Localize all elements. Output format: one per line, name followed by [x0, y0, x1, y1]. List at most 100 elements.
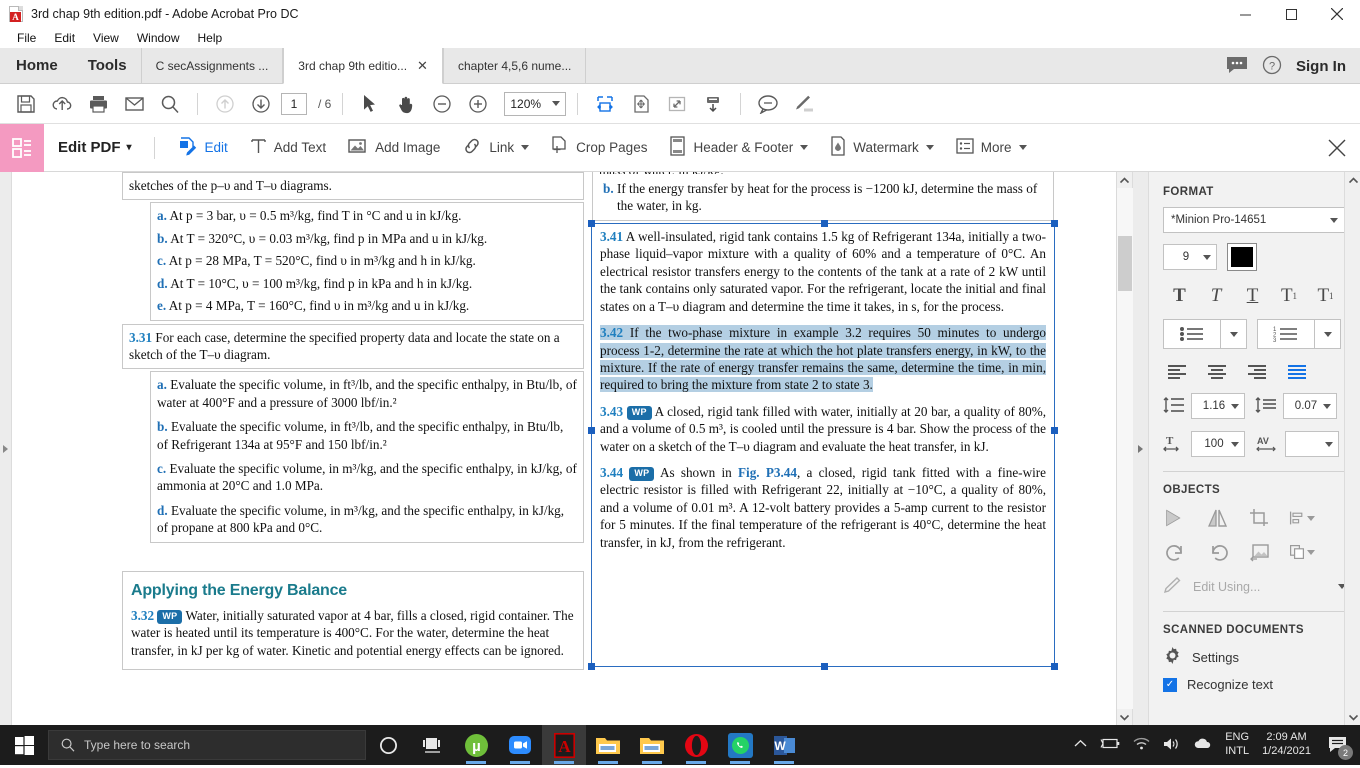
tab-chapter-456-nume[interactable]: chapter 4,5,6 nume...: [442, 48, 587, 83]
bullet-list-button[interactable]: [1163, 319, 1221, 349]
zoom-out-icon[interactable]: [426, 88, 458, 120]
select-tool-icon[interactable]: [354, 88, 386, 120]
onedrive-icon[interactable]: [1193, 737, 1212, 753]
rotate-clockwise-icon[interactable]: [1205, 540, 1231, 564]
opera-icon[interactable]: [674, 725, 718, 765]
font-size-select[interactable]: 9: [1163, 244, 1217, 270]
next-page-button[interactable]: [245, 88, 277, 120]
character-spacing-select[interactable]: [1285, 431, 1339, 457]
right-panel-collapse-rail[interactable]: [1132, 172, 1148, 725]
fullscreen-icon[interactable]: [661, 88, 693, 120]
menu-help[interactable]: Help: [189, 30, 232, 46]
settings-item[interactable]: Settings: [1163, 646, 1346, 668]
paragraph-spacing-select[interactable]: 0.07: [1283, 393, 1337, 419]
scrollbar-thumb[interactable]: [1117, 236, 1132, 291]
action-center-icon[interactable]: 2: [1324, 731, 1353, 760]
replace-image-icon[interactable]: [1247, 540, 1273, 564]
tab-close-icon[interactable]: ✕: [417, 58, 428, 74]
underline-button[interactable]: T: [1236, 283, 1269, 309]
text-object-selection-box[interactable]: 3.41 A well-insulated, rigid tank contai…: [588, 220, 1058, 670]
file-explorer-icon[interactable]: [586, 725, 630, 765]
edit-button[interactable]: Edit: [167, 124, 239, 172]
figure-reference-link[interactable]: Fig. P3.44: [738, 465, 797, 480]
save-icon[interactable]: [10, 88, 42, 120]
email-icon[interactable]: [118, 88, 150, 120]
tab-3rd-chap-9th-edition[interactable]: 3rd chap 9th editio... ✕: [283, 48, 443, 84]
selection-handle-bottom-left[interactable]: [588, 663, 595, 670]
zoom-level-select[interactable]: 120%: [504, 91, 567, 116]
flip-horizontal-icon[interactable]: [1163, 506, 1189, 530]
bullet-list-dropdown[interactable]: [1221, 319, 1247, 349]
align-center-button[interactable]: [1205, 361, 1229, 381]
clipped-block[interactable]: mass of water, in kJ/kg. b. If the energ…: [592, 172, 1054, 221]
maximize-button[interactable]: [1268, 0, 1314, 28]
numbered-list-button[interactable]: 123: [1257, 319, 1315, 349]
rotate-counterclockwise-icon[interactable]: [1163, 540, 1189, 564]
line-spacing-select[interactable]: 1.16: [1191, 393, 1245, 419]
selection-handle-bottom-right[interactable]: [1051, 663, 1058, 670]
zoom-icon[interactable]: [498, 725, 542, 765]
tab-c-secassignments[interactable]: C secAssignments ...: [140, 48, 284, 83]
problem-3-31-block[interactable]: 3.31 For each case, determine the specif…: [122, 323, 584, 370]
right-panel-scrollbar[interactable]: [1344, 172, 1360, 725]
recognize-text-checkbox[interactable]: ✓: [1163, 677, 1177, 692]
task-view-icon[interactable]: [410, 725, 454, 765]
menu-window[interactable]: Window: [128, 30, 189, 46]
align-right-button[interactable]: [1245, 361, 1269, 381]
numbered-list-dropdown[interactable]: [1315, 319, 1341, 349]
selection-handle-top-center[interactable]: [821, 220, 828, 227]
panel-scroll-down-icon[interactable]: [1345, 709, 1360, 725]
subscript-button[interactable]: T1: [1309, 283, 1342, 309]
crop-icon[interactable]: [1247, 506, 1273, 530]
font-family-select[interactable]: *Minion Pro-14651: [1163, 207, 1346, 233]
selection-handle-bottom-center[interactable]: [821, 663, 828, 670]
cortana-icon[interactable]: [366, 725, 410, 765]
wifi-icon[interactable]: [1133, 737, 1150, 753]
menu-file[interactable]: File: [8, 30, 45, 46]
left-navigation-rail[interactable]: [0, 172, 12, 725]
file-explorer-2-icon[interactable]: [630, 725, 674, 765]
whatsapp-icon[interactable]: [718, 725, 762, 765]
upload-cloud-icon[interactable]: [46, 88, 78, 120]
problem-3-31-items-block[interactable]: a. Evaluate the specific volume, in ft³/…: [150, 371, 584, 543]
close-button[interactable]: [1314, 0, 1360, 28]
energy-balance-block[interactable]: Applying the Energy Balance 3.32 WP Wate…: [122, 570, 584, 671]
add-image-button[interactable]: Add Image: [337, 124, 451, 172]
edit-pdf-panel-icon[interactable]: [0, 123, 44, 172]
intro-items-block[interactable]: a. At p = 3 bar, υ = 0.5 m³/kg, find T i…: [150, 202, 584, 321]
bold-button[interactable]: T: [1163, 283, 1196, 309]
highlight-marker-icon[interactable]: [788, 88, 820, 120]
selection-handle-middle-left[interactable]: [588, 427, 595, 434]
italic-button[interactable]: T: [1200, 283, 1233, 309]
selection-handle-top-left[interactable]: [588, 220, 595, 227]
horizontal-scale-select[interactable]: 100: [1191, 431, 1245, 457]
menu-view[interactable]: View: [84, 30, 128, 46]
download-icon[interactable]: [697, 88, 729, 120]
page-number-input[interactable]: 1: [281, 92, 307, 115]
recognize-text-item[interactable]: ✓ Recognize text: [1163, 677, 1346, 692]
search-input[interactable]: Type here to search: [48, 730, 366, 760]
edit-pdf-title[interactable]: Edit PDF ▾: [44, 139, 142, 156]
utorrent-icon[interactable]: µ: [454, 725, 498, 765]
header-footer-button[interactable]: Header & Footer: [658, 124, 819, 172]
add-text-button[interactable]: Add Text: [239, 124, 337, 172]
edit-using-dropdown[interactable]: Edit Using...: [1163, 576, 1346, 597]
document-view[interactable]: sketches of the p–υ and T–υ diagrams. a.…: [12, 172, 1116, 725]
previous-page-button[interactable]: [209, 88, 241, 120]
windows-start-icon[interactable]: [0, 725, 48, 765]
intro-block[interactable]: sketches of the p–υ and T–υ diagrams.: [122, 172, 584, 201]
volume-icon[interactable]: [1163, 737, 1180, 754]
clock[interactable]: 2:09 AM 1/24/2021: [1262, 731, 1311, 759]
panel-scroll-up-icon[interactable]: [1345, 172, 1360, 188]
menu-edit[interactable]: Edit: [45, 30, 84, 46]
help-icon[interactable]: ?: [1262, 55, 1282, 78]
scrollbar-track[interactable]: [1116, 188, 1133, 709]
superscript-button[interactable]: T1: [1273, 283, 1306, 309]
fit-width-icon[interactable]: [589, 88, 621, 120]
chat-icon[interactable]: [1226, 56, 1248, 77]
align-justify-button[interactable]: [1285, 361, 1309, 381]
selection-handle-middle-right[interactable]: [1051, 427, 1058, 434]
home-button[interactable]: Home: [0, 48, 74, 83]
align-objects-icon[interactable]: [1289, 506, 1315, 530]
arrange-icon[interactable]: [1289, 540, 1315, 564]
